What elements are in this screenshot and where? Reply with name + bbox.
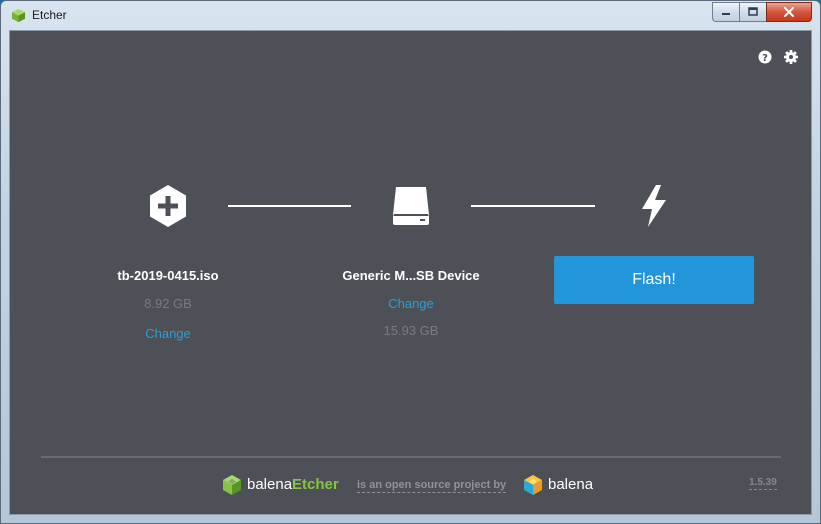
connector-line-1 [228,205,351,207]
maximize-icon [748,7,758,16]
change-image-link[interactable]: Change [128,326,208,341]
drive-icon [393,187,429,225]
select-drive-step[interactable] [386,181,436,231]
minimize-button[interactable] [712,2,739,22]
minimize-icon [722,13,730,15]
help-button[interactable]: ? [757,49,773,65]
help-icon: ? [758,50,772,64]
brand-prefix: balena [247,476,293,493]
top-right-icons: ? [757,49,799,65]
change-drive-link[interactable]: Change [371,296,451,311]
drive-name: Generic M...SB Device [342,268,480,283]
etcher-window: Etcher ? tb-2019-0415.iso 8.92 GB Change… [0,0,821,524]
footer-divider [41,456,781,458]
balena-company-link[interactable]: balena [548,476,593,493]
window-title: Etcher [32,8,67,22]
image-size: 8.92 GB [144,296,192,311]
svg-text:?: ? [762,53,768,64]
close-icon [784,7,794,17]
settings-icon [784,50,798,64]
maximize-button[interactable] [739,2,766,22]
flash-step [629,181,679,231]
footer: balenaEtcher is an open source project b… [10,471,811,501]
brand-accent: Etcher [292,476,339,493]
open-source-note[interactable]: is an open source project by [357,479,507,493]
app-content: ? tb-2019-0415.iso 8.92 GB Change Generi… [9,30,812,515]
image-name: tb-2019-0415.iso [117,268,219,283]
lightning-icon [642,185,666,227]
version-label[interactable]: 1.5.39 [749,477,777,490]
close-button[interactable] [766,2,812,22]
etcher-app-icon [11,8,26,23]
balena-cube-icon [524,475,542,495]
title-bar[interactable]: Etcher [1,1,820,29]
window-controls [712,2,812,22]
etcher-cube-icon [223,475,241,495]
settings-button[interactable] [783,49,799,65]
select-image-step[interactable] [143,181,193,231]
connector-line-2 [471,205,595,207]
plus-hexagon-icon [150,185,186,227]
drive-size: 15.93 GB [383,323,439,338]
flash-button[interactable]: Flash! [554,256,754,304]
balena-etcher-brand[interactable]: balenaEtcher [247,476,339,493]
